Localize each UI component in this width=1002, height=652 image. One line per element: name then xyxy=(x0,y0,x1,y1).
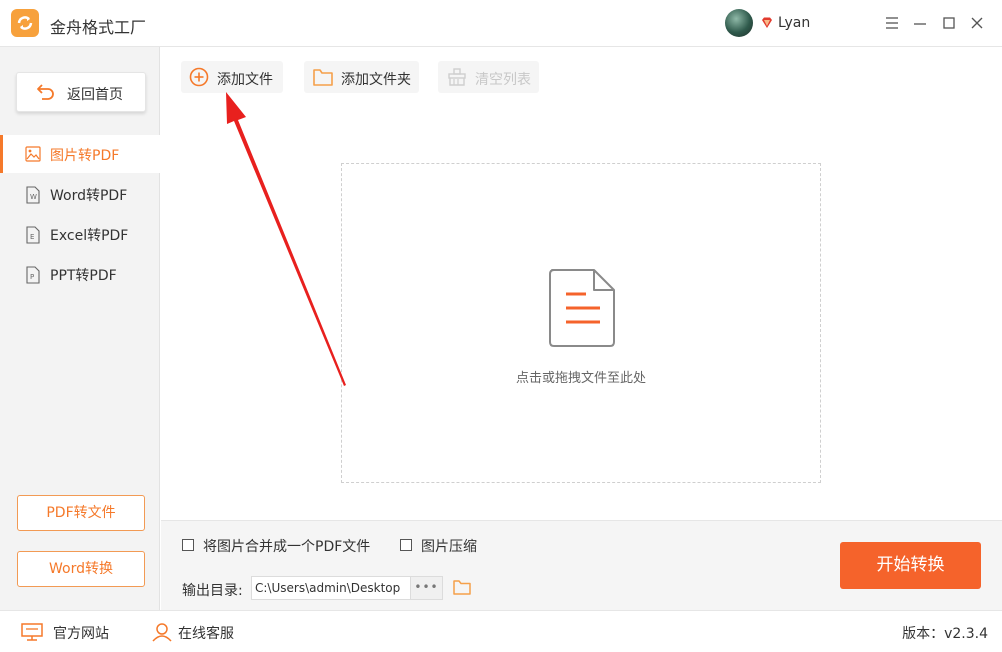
add-file-label: 添加文件 xyxy=(217,72,273,88)
add-folder-label: 添加文件夹 xyxy=(341,72,411,88)
sidebar: 返回首页 图片转PDF W Word转PDF E Excel转PDF P PPT… xyxy=(0,47,160,610)
sidebar-item-label: Excel转PDF xyxy=(50,228,129,244)
start-convert-button[interactable]: 开始转换 xyxy=(840,542,981,589)
compress-image-label: 图片压缩 xyxy=(421,539,477,555)
user-avatar[interactable] xyxy=(725,9,753,37)
minimize-icon[interactable] xyxy=(909,12,931,34)
ppt-file-icon: P xyxy=(25,266,41,288)
broom-icon xyxy=(446,67,468,91)
menu-icon[interactable] xyxy=(881,12,903,34)
word-file-icon: W xyxy=(25,186,41,208)
open-folder-icon[interactable] xyxy=(452,578,472,600)
word-convert-button[interactable]: Word转换 xyxy=(17,551,145,587)
document-icon xyxy=(546,266,618,352)
excel-file-icon: E xyxy=(25,226,41,248)
image-file-icon xyxy=(25,146,41,166)
back-arrow-icon xyxy=(36,83,56,105)
merge-pdf-label: 将图片合并成一个PDF文件 xyxy=(203,539,371,555)
svg-text:E: E xyxy=(30,233,34,241)
clear-list-label: 清空列表 xyxy=(475,72,531,88)
folder-icon xyxy=(312,67,334,91)
svg-text:W: W xyxy=(30,193,37,201)
online-support-link[interactable]: 在线客服 xyxy=(178,623,234,643)
sidebar-item-label: 图片转PDF xyxy=(50,148,120,164)
sidebar-item-ppt-to-pdf[interactable]: P PPT转PDF xyxy=(0,255,160,293)
back-home-label: 返回首页 xyxy=(67,87,123,103)
file-drop-zone[interactable]: 点击或拖拽文件至此处 xyxy=(341,163,821,483)
sidebar-item-label: PPT转PDF xyxy=(50,268,117,284)
status-bar: 官方网站 在线客服 版本：v2.3.4 xyxy=(0,610,1002,652)
add-circle-icon xyxy=(189,67,209,91)
vip-diamond-icon xyxy=(760,16,774,30)
pdf-to-file-button[interactable]: PDF转文件 xyxy=(17,495,145,531)
merge-pdf-checkbox[interactable] xyxy=(182,539,194,551)
monitor-icon xyxy=(20,622,44,646)
browse-more-button[interactable]: ••• xyxy=(411,576,443,600)
back-home-button[interactable]: 返回首页 xyxy=(16,72,146,112)
username[interactable]: Lyan xyxy=(778,15,810,31)
official-website-link[interactable]: 官方网站 xyxy=(53,623,109,643)
output-dir-label: 输出目录: xyxy=(182,583,243,599)
version-label: 版本：v2.3.4 xyxy=(902,626,988,642)
maximize-icon[interactable] xyxy=(938,12,960,34)
title-bar: 金舟格式工厂 Lyan xyxy=(0,0,1002,47)
customer-service-icon xyxy=(151,622,173,646)
drop-hint-text: 点击或拖拽文件至此处 xyxy=(515,371,646,386)
add-folder-button[interactable]: 添加文件夹 xyxy=(304,61,419,93)
app-logo-icon xyxy=(11,9,39,37)
close-icon[interactable] xyxy=(966,12,988,34)
compress-image-checkbox[interactable] xyxy=(400,539,412,551)
output-path-input[interactable] xyxy=(251,576,411,600)
sidebar-item-label: Word转PDF xyxy=(50,188,128,204)
svg-text:P: P xyxy=(30,273,34,281)
clear-list-button[interactable]: 清空列表 xyxy=(438,61,539,93)
sidebar-item-image-to-pdf[interactable]: 图片转PDF xyxy=(0,135,160,173)
app-title: 金舟格式工厂 xyxy=(50,18,147,37)
sidebar-item-excel-to-pdf[interactable]: E Excel转PDF xyxy=(0,215,160,253)
sidebar-item-word-to-pdf[interactable]: W Word转PDF xyxy=(0,175,160,213)
options-panel: 将图片合并成一个PDF文件 图片压缩 输出目录: ••• 开始转换 xyxy=(161,520,1002,610)
add-file-button[interactable]: 添加文件 xyxy=(181,61,283,93)
